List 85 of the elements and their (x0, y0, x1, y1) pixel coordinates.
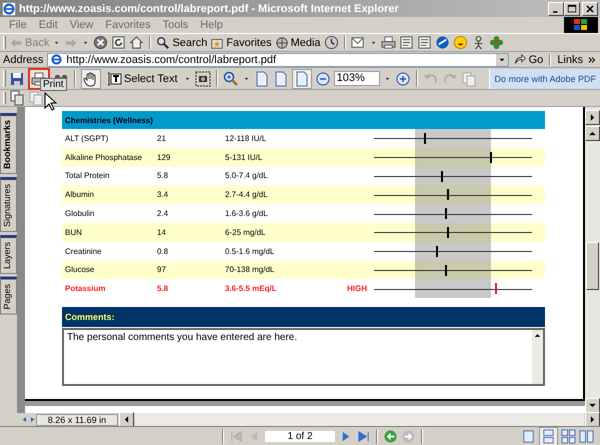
comments-box[interactable]: The personal comments you have entered are here. (62, 328, 545, 386)
favorites-button[interactable]: Favorites (210, 36, 272, 50)
tooltip: Print (40, 78, 67, 91)
test-result: 0.8 (157, 246, 170, 256)
stop-icon[interactable] (93, 35, 108, 50)
flag-logo (564, 17, 598, 33)
document-icon[interactable] (416, 35, 432, 50)
go-arrow-icon[interactable] (512, 52, 527, 66)
browser-icon[interactable] (2, 2, 16, 16)
reference-range: 5.0-7.4 g/dL (225, 171, 269, 180)
test-name: Potassium (65, 284, 106, 294)
back-icon[interactable] (383, 429, 398, 444)
zoom-field[interactable]: 103% (334, 71, 380, 86)
zoom-out-icon[interactable] (314, 70, 331, 86)
home-icon[interactable] (129, 35, 144, 50)
test-name: Alkaline Phosphatase (65, 152, 143, 162)
menu-item[interactable]: File (3, 19, 33, 31)
zoom-in-icon[interactable] (222, 70, 239, 86)
window-title: http://www.zoasis.com/control/labreport.pdf - Microsoft Internet Explorer (19, 2, 399, 14)
test-name: Total Protein (65, 171, 110, 180)
section-header: Chemistries (Wellness) (62, 111, 545, 129)
printer-icon[interactable] (380, 35, 396, 50)
reference-range: 2.7-4.4 g/dL (225, 190, 269, 200)
side-tab[interactable]: Layers (0, 235, 17, 274)
address-label: Address (3, 54, 44, 66)
reference-range: 1.6-3.6 g/dL (225, 209, 269, 218)
menu-item[interactable]: View (64, 19, 100, 31)
scrollbar[interactable] (585, 107, 600, 413)
menu-item[interactable]: Favorites (99, 19, 157, 31)
reference-range: 70-138 mg/dL (225, 265, 276, 274)
adobe-pdf-button[interactable]: Do more with Adobe PDF (489, 68, 600, 88)
single-page-icon[interactable] (521, 429, 536, 444)
smiley-icon[interactable] (452, 35, 468, 50)
text-cursor-icon (106, 70, 122, 86)
reference-range: 6-25 mg/dL (225, 228, 266, 237)
flag-label: HIGH (347, 284, 367, 294)
reference-range: 5-131 IU/L (225, 152, 264, 162)
menu-item[interactable]: Help (194, 19, 229, 31)
zoom-in-icon[interactable] (394, 70, 411, 86)
mail-icon[interactable] (350, 35, 366, 50)
select-text-button[interactable]: Select Text (104, 70, 180, 86)
side-tab[interactable]: Pages (0, 277, 17, 315)
save-icon[interactable] (9, 70, 25, 86)
reference-range: 12-118 IU/L (225, 134, 268, 143)
snapshot-icon[interactable] (194, 70, 211, 86)
search-button[interactable]: Search (156, 36, 208, 50)
history-icon[interactable] (324, 35, 339, 50)
test-result: 5.8 (157, 284, 170, 294)
test-name: Glucose (65, 265, 96, 274)
test-result: 2.4 (157, 209, 170, 218)
page-size-label: 8.26 x 11.69 in (36, 414, 118, 426)
menu-item[interactable]: Edit (32, 19, 64, 31)
side-tab[interactable]: Bookmarks (0, 113, 17, 174)
test-name: Creatinine (65, 246, 102, 256)
scroll-thumb[interactable] (586, 242, 599, 290)
media-button[interactable]: Media (274, 36, 321, 50)
test-result: 14 (157, 228, 167, 237)
pages-icon[interactable] (9, 90, 25, 106)
globe-icon[interactable] (274, 36, 289, 50)
links-button[interactable]: Links (557, 54, 583, 66)
test-name: ALT (SGPT) (65, 134, 110, 143)
side-tab[interactable]: Signatures (0, 177, 17, 232)
page-number-field[interactable]: 1 of 2 (265, 431, 335, 442)
last-page-icon[interactable] (356, 429, 371, 444)
test-result: 97 (157, 265, 167, 274)
test-name: Albumin (65, 190, 95, 200)
reference-range: 0.5-1.6 mg/dL (225, 246, 276, 256)
menu-item[interactable]: Tools (156, 19, 194, 31)
edit-icon[interactable] (398, 35, 414, 50)
go-button[interactable]: Go (512, 52, 544, 66)
test-name: Globulin (65, 209, 96, 218)
comments-header: Comments: (62, 307, 545, 328)
grid-icon[interactable] (561, 429, 576, 444)
test-result: 3.4 (157, 190, 170, 200)
test-result: 21 (157, 134, 167, 143)
test-name: BUN (65, 228, 83, 237)
scrollbar[interactable] (532, 330, 543, 384)
scrollbar[interactable] (135, 413, 584, 426)
address-field[interactable]: http://www.zoasis.com/control/labreport.pdf (47, 52, 509, 66)
search-icon[interactable] (156, 36, 170, 50)
refresh-icon[interactable] (111, 35, 126, 50)
facing-pages-icon[interactable] (579, 429, 594, 444)
test-result: 5.8 (157, 171, 170, 180)
reference-range: 3.6-5.5 mEq/L (225, 284, 278, 294)
test-result: 129 (157, 152, 172, 162)
